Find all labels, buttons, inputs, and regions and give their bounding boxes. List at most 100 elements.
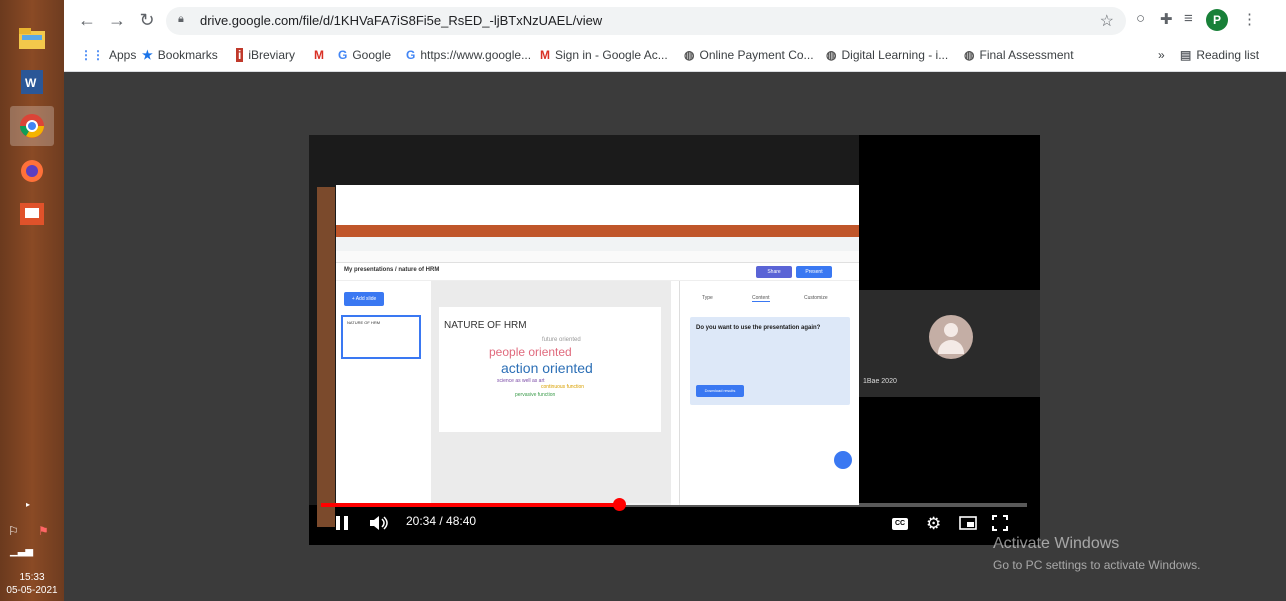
bookmark-ibreviary[interactable]: i iBreviary — [236, 48, 295, 62]
bookmark-gmail[interactable]: M — [314, 48, 324, 62]
slide-title: NATURE OF HRM — [444, 320, 527, 331]
bookmark-label: Apps — [109, 48, 137, 62]
bookmarks-overflow-button[interactable]: » — [1158, 48, 1165, 62]
globe-icon: ◍ — [684, 48, 695, 62]
video-player[interactable]: My presentations / nature of HRM Share P… — [309, 135, 1040, 545]
bookmarks-bar: ⋮⋮ Apps ★ Bookmarks i iBreviary M G Goog… — [64, 44, 1286, 70]
back-button[interactable]: ← — [76, 10, 98, 31]
browser-chrome: ← → ↻ 🔒︎ drive.google.com/file/d/1KHVaFA… — [64, 0, 1286, 72]
panel-tab: Type — [702, 295, 713, 301]
settings-gear-icon[interactable]: ⚙ — [926, 514, 941, 534]
clock-time: 15:33 — [19, 572, 45, 583]
bookmark-google[interactable]: G Google — [338, 48, 391, 62]
windows-taskbar: W ▸ ⚐ ⚑ ▁▃▅ 15:33 05-05-2021 — [0, 0, 64, 601]
clock-date: 05-05-2021 — [6, 585, 58, 596]
panel-tab: Content — [752, 295, 770, 302]
inner-info-box: Do you want to use the presentation agai… — [690, 317, 850, 405]
network-icon[interactable]: ▁▃▅ — [10, 546, 33, 557]
inner-download-button: Download results — [696, 385, 744, 397]
presentation-app-icon[interactable] — [10, 194, 54, 234]
activate-title: Activate Windows — [993, 535, 1120, 552]
lock-icon[interactable]: 🔒︎ — [178, 13, 184, 26]
word-cloud-word: continuous function — [541, 384, 585, 390]
bookmark-online-payment[interactable]: ◍ Online Payment Co... — [684, 48, 814, 62]
participant-tile: 1Bae 2020 — [859, 290, 1040, 397]
inner-slide-thumbnail: NATURE OF HRM — [341, 315, 421, 359]
info-box-title: Do you want to use the presentation agai… — [696, 325, 821, 331]
bookmark-label: Final Assessment — [979, 48, 1074, 62]
url-text[interactable]: drive.google.com/file/d/1KHVaFA7iS8Fi5e_… — [200, 13, 602, 28]
time-display: 20:34 / 48:40 — [406, 514, 477, 528]
address-row: ← → ↻ 🔒︎ drive.google.com/file/d/1KHVaFA… — [64, 0, 1286, 42]
inner-browser: My presentations / nature of HRM Share P… — [336, 185, 859, 505]
inner-slide: NATURE OF HRM future oriented people ori… — [439, 307, 661, 432]
progress-played — [321, 503, 620, 507]
captions-button[interactable]: CC — [892, 518, 908, 530]
taskbar-expand-icon[interactable]: ▸ — [26, 500, 30, 509]
fullscreen-button[interactable] — [992, 515, 1008, 536]
bookmark-google-url[interactable]: G https://www.google... — [406, 48, 531, 62]
reload-button[interactable]: ↻ — [136, 10, 158, 31]
inner-settings-panel: Type Content Customize Do you want to us… — [679, 281, 859, 505]
bookmark-label: https://www.google... — [420, 48, 532, 62]
inner-taskbar — [317, 187, 335, 527]
word-cloud-word: people oriented — [489, 345, 572, 359]
inner-share-button: Share — [756, 266, 792, 278]
ibreviary-icon: i — [236, 48, 244, 62]
progress-scrubber[interactable] — [613, 498, 627, 511]
google-icon: G — [338, 48, 348, 62]
inner-present-button: Present — [796, 266, 832, 278]
media-queue-icon[interactable]: ≡ — [1184, 10, 1193, 27]
activate-windows-watermark: Activate Windows Go to PC settings to ac… — [993, 535, 1200, 572]
participant-name: 1Bae 2020 — [863, 378, 897, 385]
reading-list-icon: ▤ — [1180, 48, 1192, 62]
bookmark-label: Sign in - Google Ac... — [555, 48, 668, 62]
address-bar[interactable]: 🔒︎ drive.google.com/file/d/1KHVaFA7iS8Fi… — [166, 7, 1126, 35]
action-center-icon[interactable]: ⚐ — [8, 524, 19, 538]
taskbar-clock[interactable]: 15:33 05-05-2021 — [0, 571, 64, 597]
bookmark-bookmarks[interactable]: ★ Bookmarks — [142, 48, 218, 62]
flag-icon[interactable]: ⚑ — [38, 524, 49, 538]
inner-tab-strip — [336, 225, 859, 237]
avatar-body — [938, 340, 964, 354]
word-cloud-word: science as well as art — [497, 378, 545, 384]
miniplayer-button[interactable] — [959, 516, 977, 535]
profile-avatar[interactable]: P — [1206, 9, 1228, 31]
word-cloud-word: future oriented — [542, 337, 581, 343]
gmail-icon: M — [314, 48, 324, 62]
file-explorer-icon[interactable] — [10, 18, 54, 58]
bookmark-apps[interactable]: ⋮⋮ Apps — [80, 48, 136, 62]
menu-kebab-icon[interactable]: ⋮ — [1242, 10, 1257, 28]
extensions-puzzle-icon[interactable]: ✚ — [1160, 10, 1173, 28]
firefox-icon[interactable] — [10, 150, 54, 190]
bookmark-label: Online Payment Co... — [699, 48, 814, 62]
extension-circle-icon[interactable]: ○ — [1136, 10, 1145, 27]
bookmark-sign-in[interactable]: M Sign in - Google Ac... — [540, 48, 668, 62]
globe-icon: ◍ — [964, 48, 975, 62]
activate-subtitle: Go to PC settings to activate Windows. — [993, 558, 1201, 572]
bookmark-final-assessment[interactable]: ◍ Final Assessment — [964, 48, 1074, 62]
volume-button[interactable] — [369, 515, 391, 536]
reading-list-button[interactable]: ▤ Reading list — [1180, 48, 1259, 62]
star-icon: ★ — [142, 48, 153, 62]
bookmark-label: iBreviary — [248, 48, 296, 62]
chrome-icon[interactable] — [10, 106, 54, 146]
panel-tab: Customize — [804, 295, 828, 301]
word-icon[interactable]: W — [10, 62, 54, 102]
bookmark-star-icon[interactable]: ☆ — [1100, 11, 1114, 31]
word-cloud-word: action oriented — [501, 360, 593, 376]
shared-screen: My presentations / nature of HRM Share P… — [309, 135, 859, 527]
thumb-label: NATURE OF HRM — [347, 320, 381, 325]
forward-button[interactable]: → — [106, 10, 128, 31]
inner-chat-fab — [834, 451, 852, 469]
bookmark-label: Bookmarks — [157, 48, 218, 62]
inner-app-header: My presentations / nature of HRM Share P… — [336, 263, 859, 281]
avatar-head — [944, 323, 958, 337]
apps-grid-icon: ⋮⋮ — [80, 48, 104, 62]
bookmark-digital-learning[interactable]: ◍ Digital Learning - i... — [826, 48, 948, 62]
inner-slide-canvas: NATURE OF HRM future oriented people ori… — [431, 281, 671, 505]
inner-bookmarks-bar — [336, 251, 859, 263]
inner-add-slide-button: + Add slide — [344, 292, 384, 306]
progress-bar[interactable] — [321, 498, 1027, 511]
pause-button[interactable] — [335, 515, 349, 536]
